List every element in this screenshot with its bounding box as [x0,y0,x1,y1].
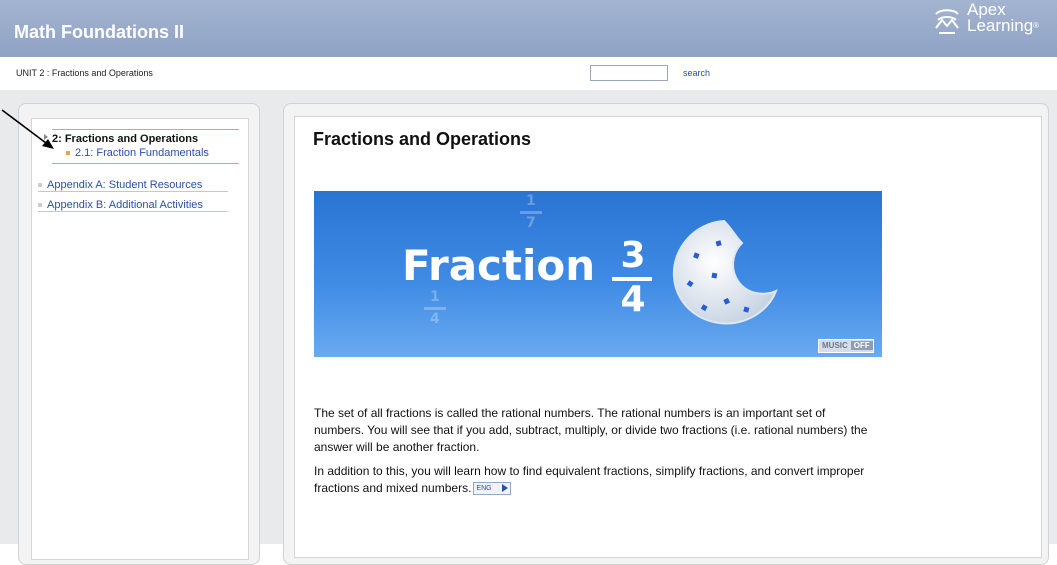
music-state: OFF [850,341,873,350]
breadcrumb: UNIT 2 : Fractions and Operations [16,68,153,78]
sidebar-nav: 2: Fractions and Operations 2.1: Fractio… [31,118,249,560]
page-title: Fractions and Operations [313,129,532,149]
play-icon [501,484,508,493]
content-area: Fractions and Operations 1 7 1 4 Fractio… [294,116,1042,558]
search-input[interactable] [590,65,668,81]
music-label: MUSIC [822,341,848,350]
logo-registered-mark: ® [1033,21,1040,30]
audio-language-label: ENG [476,485,492,493]
top-bar: Math Foundations II Apex Learning® [0,0,1057,57]
music-toggle-button[interactable]: MUSIC OFF [818,339,874,353]
sub-bar: UNIT 2 : Fractions and Operations search [0,57,1057,90]
body-paragraph-2-text: In addition to this, you will learn how … [314,464,865,495]
nav-item-appendix-b[interactable]: Appendix B: Additional Activities [38,199,228,212]
bg-fraction-numerator: 1 [430,289,440,305]
bullet-icon [66,151,70,156]
nav-item-label: Appendix A: Student Resources [47,179,203,191]
banner-denominator: 4 [620,279,646,320]
search-link[interactable]: search [683,68,710,78]
sidebar-panel: 2: Fractions and Operations 2.1: Fractio… [18,103,260,565]
nav-unit-section: 2: Fractions and Operations 2.1: Fractio… [52,129,239,164]
body-paragraph-1: The set of all fractions is called the r… [314,406,868,454]
content-panel: Fractions and Operations 1 7 1 4 Fractio… [283,103,1049,565]
bg-fraction-bar [520,211,542,214]
nav-item-fraction-fundamentals[interactable]: 2.1: Fraction Fundamentals [52,147,239,159]
bg-fraction-denominator: 4 [430,311,440,327]
apex-learning-logo[interactable]: Apex Learning® [932,1,1052,42]
nav-item-label: Appendix B: Additional Activities [47,199,203,211]
nav-unit-title[interactable]: 2: Fractions and Operations [52,133,239,145]
logo-line-2: Learning [967,16,1034,35]
banner-numerator: 3 [620,235,646,276]
bg-fraction-bar [424,307,446,310]
app-title: Math Foundations II [14,22,184,42]
body-paragraph-2: In addition to this, you will learn how … [314,463,874,497]
bullet-icon [38,183,42,188]
fraction-banner: 1 7 1 4 Fraction 3 4 MUSIC OFF [314,191,882,357]
audio-play-button[interactable]: ENG [473,482,511,496]
banner-word: Fraction [402,241,596,290]
pointer-arrow-icon [1,109,54,149]
bg-fraction-numerator: 1 [526,193,536,209]
nav-item-label: 2.1: Fraction Fundamentals [75,147,209,159]
cookie-icon [672,219,778,325]
nav-item-appendix-a[interactable]: Appendix A: Student Resources [38,179,228,192]
bg-fraction-denominator: 7 [526,215,536,231]
bullet-icon [38,203,42,208]
logo-text: Apex Learning® [967,1,1040,35]
apex-logo-icon [935,9,959,34]
